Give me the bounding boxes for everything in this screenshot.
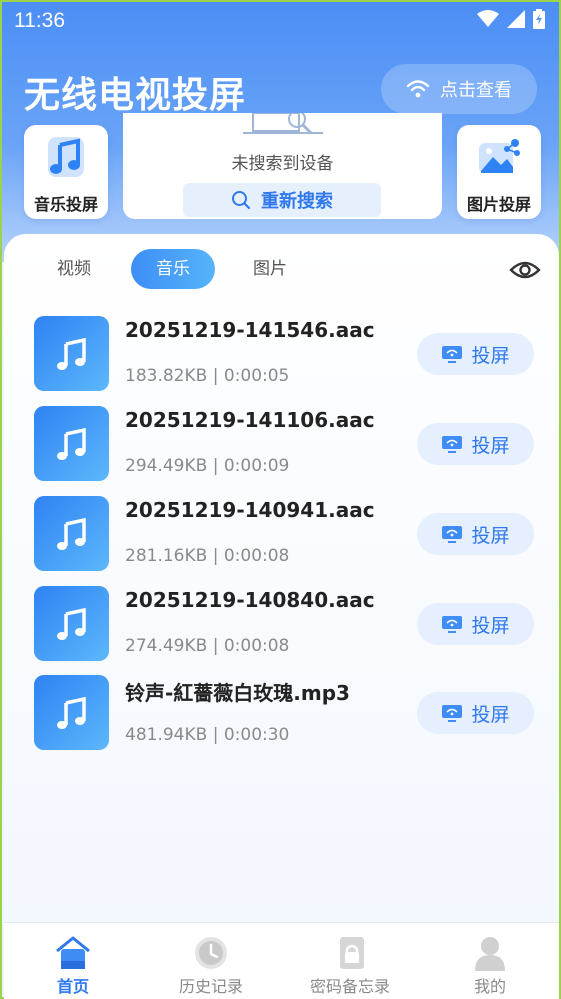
list-item: 20251219-141546.aac 183.82KB | 0:00:05 投… xyxy=(34,316,534,392)
device-search-card: 未搜索到设备 重新搜索 xyxy=(123,113,442,219)
cast-button[interactable]: 投屏 xyxy=(417,692,534,734)
file-name: 20251219-141546.aac xyxy=(125,318,375,342)
music-note-icon xyxy=(56,517,86,550)
file-name: 铃声-紅薔薇白玫瑰.mp3 xyxy=(125,681,350,705)
history-icon xyxy=(195,937,227,969)
cast-button[interactable]: 投屏 xyxy=(417,513,534,555)
list-item: 20251219-140941.aac 281.16KB | 0:00:08 投… xyxy=(34,496,534,572)
audio-file-icon xyxy=(34,316,109,391)
bottom-navigation: 首页 历史记录 密码备忘录 我的 xyxy=(4,922,559,999)
nav-item-history[interactable]: 历史记录 xyxy=(142,923,280,999)
eye-icon[interactable] xyxy=(509,258,541,282)
page-title: 无线电视投屏 xyxy=(24,75,247,116)
music-cast-tile[interactable]: 音乐投屏 xyxy=(24,125,108,219)
tab-images[interactable]: 图片 xyxy=(236,249,304,289)
file-name: 20251219-140941.aac xyxy=(125,498,375,522)
image-cast-label: 图片投屏 xyxy=(466,195,531,214)
battery-icon xyxy=(533,9,545,29)
file-name: 20251219-141106.aac xyxy=(125,408,375,432)
list-item: 20251219-140840.aac 274.49KB | 0:00:08 投… xyxy=(34,586,534,662)
image-share-icon xyxy=(479,139,520,173)
tv-cast-icon xyxy=(442,616,463,633)
tv-cast-icon xyxy=(442,526,463,543)
user-icon xyxy=(475,937,505,971)
no-device-text: 未搜索到设备 xyxy=(231,154,334,174)
file-meta: 274.49KB | 0:00:08 xyxy=(125,636,290,656)
signal-icon xyxy=(507,10,525,28)
audio-file-icon xyxy=(34,496,109,571)
list-item: 20251219-141106.aac 294.49KB | 0:00:09 投… xyxy=(34,406,534,482)
file-meta: 294.49KB | 0:00:09 xyxy=(125,456,290,476)
nav-label: 历史记录 xyxy=(178,977,243,996)
file-name: 20251219-140840.aac xyxy=(125,588,375,612)
tab-video[interactable]: 视频 xyxy=(40,249,108,289)
nav-item-password-memo[interactable]: 密码备忘录 xyxy=(281,923,419,999)
nav-item-home[interactable]: 首页 xyxy=(4,923,142,999)
cast-label: 投屏 xyxy=(471,434,510,457)
tv-cast-icon xyxy=(442,436,463,453)
cast-label: 投屏 xyxy=(471,524,510,547)
file-meta: 481.94KB | 0:00:30 xyxy=(125,725,290,745)
nav-label: 密码备忘录 xyxy=(309,977,390,996)
search-illustration-icon xyxy=(243,113,323,135)
audio-file-icon xyxy=(34,675,109,750)
music-note-icon xyxy=(48,137,84,177)
cast-label: 投屏 xyxy=(471,614,510,637)
tv-cast-icon xyxy=(442,705,463,722)
rescan-label: 重新搜索 xyxy=(261,191,333,212)
music-note-icon xyxy=(56,607,86,640)
lock-icon xyxy=(340,937,364,969)
cast-label: 投屏 xyxy=(471,344,510,367)
check-devices-button[interactable]: 点击查看 xyxy=(381,64,537,114)
cast-button[interactable]: 投屏 xyxy=(417,423,534,465)
music-note-icon xyxy=(56,427,86,460)
music-note-icon xyxy=(56,696,86,729)
wifi-icon xyxy=(477,10,499,27)
media-type-tabs: 视频 音乐 图片 xyxy=(4,249,559,289)
tv-cast-icon xyxy=(442,346,463,363)
audio-file-icon xyxy=(34,586,109,661)
image-cast-tile[interactable]: 图片投屏 xyxy=(457,125,541,219)
status-time: 11:36 xyxy=(14,9,65,32)
home-icon xyxy=(56,936,90,969)
status-icons xyxy=(477,9,545,29)
nav-label: 首页 xyxy=(56,977,89,996)
file-meta: 281.16KB | 0:00:08 xyxy=(125,546,290,566)
music-cast-label: 音乐投屏 xyxy=(33,195,98,214)
cast-button[interactable]: 投屏 xyxy=(417,333,534,375)
nav-label: 我的 xyxy=(473,977,506,996)
file-meta: 183.82KB | 0:00:05 xyxy=(125,366,290,386)
cast-button[interactable]: 投屏 xyxy=(417,603,534,645)
search-icon xyxy=(232,191,251,210)
music-note-icon xyxy=(56,337,86,370)
list-item: 铃声-紅薔薇白玫瑰.mp3 481.94KB | 0:00:30 投屏 xyxy=(34,675,534,751)
media-list-panel: 视频 音乐 图片 20251219-141546.aac 183.82KB | … xyxy=(4,234,559,922)
check-devices-label: 点击查看 xyxy=(440,80,512,101)
cast-label: 投屏 xyxy=(471,703,510,726)
nav-item-profile[interactable]: 我的 xyxy=(421,923,559,999)
rescan-button[interactable]: 重新搜索 xyxy=(183,183,381,217)
tab-music[interactable]: 音乐 xyxy=(131,249,215,289)
status-bar: 11:36 xyxy=(2,2,559,40)
audio-file-icon xyxy=(34,406,109,481)
wifi-icon xyxy=(406,80,430,98)
